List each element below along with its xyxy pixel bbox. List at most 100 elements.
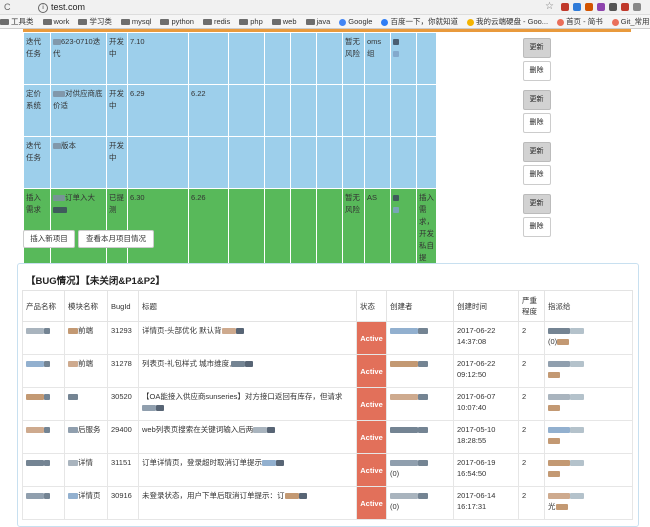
menu-icon[interactable] — [633, 3, 641, 11]
bookmark-item[interactable]: php — [239, 15, 263, 28]
update-button[interactable]: 更新 — [523, 90, 551, 110]
project-row: 定价系统对供应商底价适开发中6.296.22更新删除 — [24, 85, 650, 137]
redacted-text — [418, 361, 428, 367]
bug-id: 31151 — [108, 454, 139, 487]
bug-column-header[interactable]: 标题 — [139, 291, 357, 322]
bookmark-item[interactable]: web — [272, 15, 297, 28]
extension-icon[interactable] — [621, 3, 629, 11]
bug-column-header[interactable]: 创建时间 — [454, 291, 519, 322]
bug-column-header[interactable]: 状态 — [357, 291, 387, 322]
project-row: 迭代任务版本开发中 更新删除 — [24, 137, 650, 189]
bookmark-item[interactable]: work — [43, 15, 70, 28]
delete-button[interactable]: 删除 — [523, 61, 551, 81]
redacted-text — [68, 328, 78, 334]
project-cell — [265, 33, 291, 85]
delete-button[interactable]: 删除 — [523, 165, 551, 185]
redacted-text — [570, 328, 584, 334]
project-risk: 暂无风险 — [343, 33, 365, 85]
redacted-text — [156, 405, 164, 411]
redacted-text — [222, 328, 236, 334]
bug-row[interactable]: 前端31293详情页-头部优化 默认背Active2017-06-2214:37… — [23, 322, 633, 355]
bookmark-item[interactable]: 我的云端硬盘 - Goo... — [467, 15, 548, 28]
bookmark-item[interactable]: java — [306, 15, 331, 28]
bug-assignee: 光 — [545, 487, 633, 520]
extension-icon[interactable] — [609, 3, 617, 11]
project-risk-text: 暂无风险 — [345, 193, 360, 214]
bug-creator — [387, 421, 454, 454]
bookmark-item[interactable]: Google — [339, 15, 372, 28]
site-icon — [339, 19, 346, 26]
extension-icon[interactable] — [597, 3, 605, 11]
project-cell — [229, 137, 265, 189]
delete-button[interactable]: 删除 — [523, 113, 551, 133]
view-month-projects-button[interactable]: 查看本月项目情况 — [78, 230, 154, 248]
folder-icon — [203, 19, 212, 25]
bookmark-item[interactable]: 百度一下，你就知道 — [381, 15, 458, 28]
bookmark-item[interactable]: 工具类 — [0, 15, 34, 28]
bookmark-star-icon[interactable]: ☆ — [545, 1, 554, 12]
bookmark-item[interactable]: Git_常用命令 - 简书 — [612, 15, 650, 28]
bug-column-header[interactable]: 产品名称 — [23, 291, 65, 322]
delete-button[interactable]: 删除 — [523, 217, 551, 237]
update-button[interactable]: 更新 — [523, 38, 551, 58]
bug-title-text: 未登录状态，用户下单后取消订单提示：订 — [142, 491, 285, 500]
bookmark-item[interactable]: 首页 - 简书 — [557, 15, 603, 28]
bug-row[interactable]: 详情31151订单详情页，登录超时取消订单提示Active(0)2017-06-… — [23, 454, 633, 487]
extension-icon[interactable] — [573, 3, 581, 11]
bug-column-header[interactable]: 创建者 — [387, 291, 454, 322]
bookmark-label: php — [250, 17, 263, 26]
folder-icon — [121, 19, 130, 25]
bug-row[interactable]: 详情页30916未登录状态，用户下单后取消订单提示：订Active(0)2017… — [23, 487, 633, 520]
bookmark-item[interactable]: mysql — [121, 15, 152, 28]
bookmark-item[interactable]: redis — [203, 15, 230, 28]
bug-row[interactable]: 后服务29400web列表页搜索在关键词输入后两Active2017-05-10… — [23, 421, 633, 454]
bug-created-date: 2017-06-22 — [457, 359, 495, 368]
extension-icon[interactable] — [561, 3, 569, 11]
bug-created-date: 2017-06-14 — [457, 491, 495, 500]
bookmark-label: Google — [348, 17, 372, 26]
project-date — [128, 137, 189, 189]
bug-row[interactable]: 30520【OA能接入供应商sunseries】对方接口返回有库存，但请求Act… — [23, 388, 633, 421]
reload-icon[interactable]: C — [4, 2, 11, 12]
project-status: 开发中 — [107, 85, 128, 137]
redacted-text — [548, 361, 570, 367]
update-button[interactable]: 更新 — [523, 194, 551, 214]
bookmark-item[interactable]: python — [160, 15, 194, 28]
extension-icon[interactable] — [585, 3, 593, 11]
bug-column-header[interactable]: BugId — [108, 291, 139, 322]
bug-module-text: 详情 — [78, 458, 93, 467]
info-icon[interactable]: i — [38, 3, 48, 13]
redacted-text — [418, 493, 428, 499]
bug-column-header[interactable]: 指派给 — [545, 291, 633, 322]
redacted-text — [68, 493, 78, 499]
bug-module — [65, 388, 108, 421]
redacted-text — [44, 427, 50, 433]
project-date — [189, 33, 229, 85]
address-bar[interactable]: itest.com — [38, 2, 85, 13]
project-cell — [229, 33, 265, 85]
bug-created-date: 2017-06-22 — [457, 326, 495, 335]
folder-icon — [306, 19, 315, 25]
bug-column-header[interactable]: 模块名称 — [65, 291, 108, 322]
project-name: 版本 — [51, 137, 107, 189]
insert-project-button[interactable]: 插入新项目 — [23, 230, 75, 248]
project-type-text: 迭代任务 — [26, 141, 41, 162]
bug-creator — [387, 388, 454, 421]
update-button[interactable]: 更新 — [523, 142, 551, 162]
bug-module: 后服务 — [65, 421, 108, 454]
project-date-text: 7.10 — [130, 37, 145, 46]
project-date: 7.10 — [128, 33, 189, 85]
folder-icon — [272, 19, 281, 25]
bug-title-text: 列表页-礼包样式 城市维度, — [142, 359, 231, 368]
bug-column-header[interactable]: 严重程度 — [519, 291, 545, 322]
project-status: 开发中 — [107, 137, 128, 189]
site-icon — [381, 19, 388, 26]
project-actions: 更新删除 — [437, 85, 637, 137]
bug-row[interactable]: 前端31278列表页-礼包样式 城市维度,Active2017-06-2209:… — [23, 355, 633, 388]
bookmark-item[interactable]: 学习类 — [78, 15, 112, 28]
bug-state-badge: Active — [357, 322, 387, 355]
bug-module: 前端 — [65, 322, 108, 355]
bug-created-time: 2017-06-1916:54:50 — [454, 454, 519, 487]
project-status-text: 开发中 — [109, 141, 124, 162]
bug-created-clock: 16:17:31 — [457, 502, 486, 511]
